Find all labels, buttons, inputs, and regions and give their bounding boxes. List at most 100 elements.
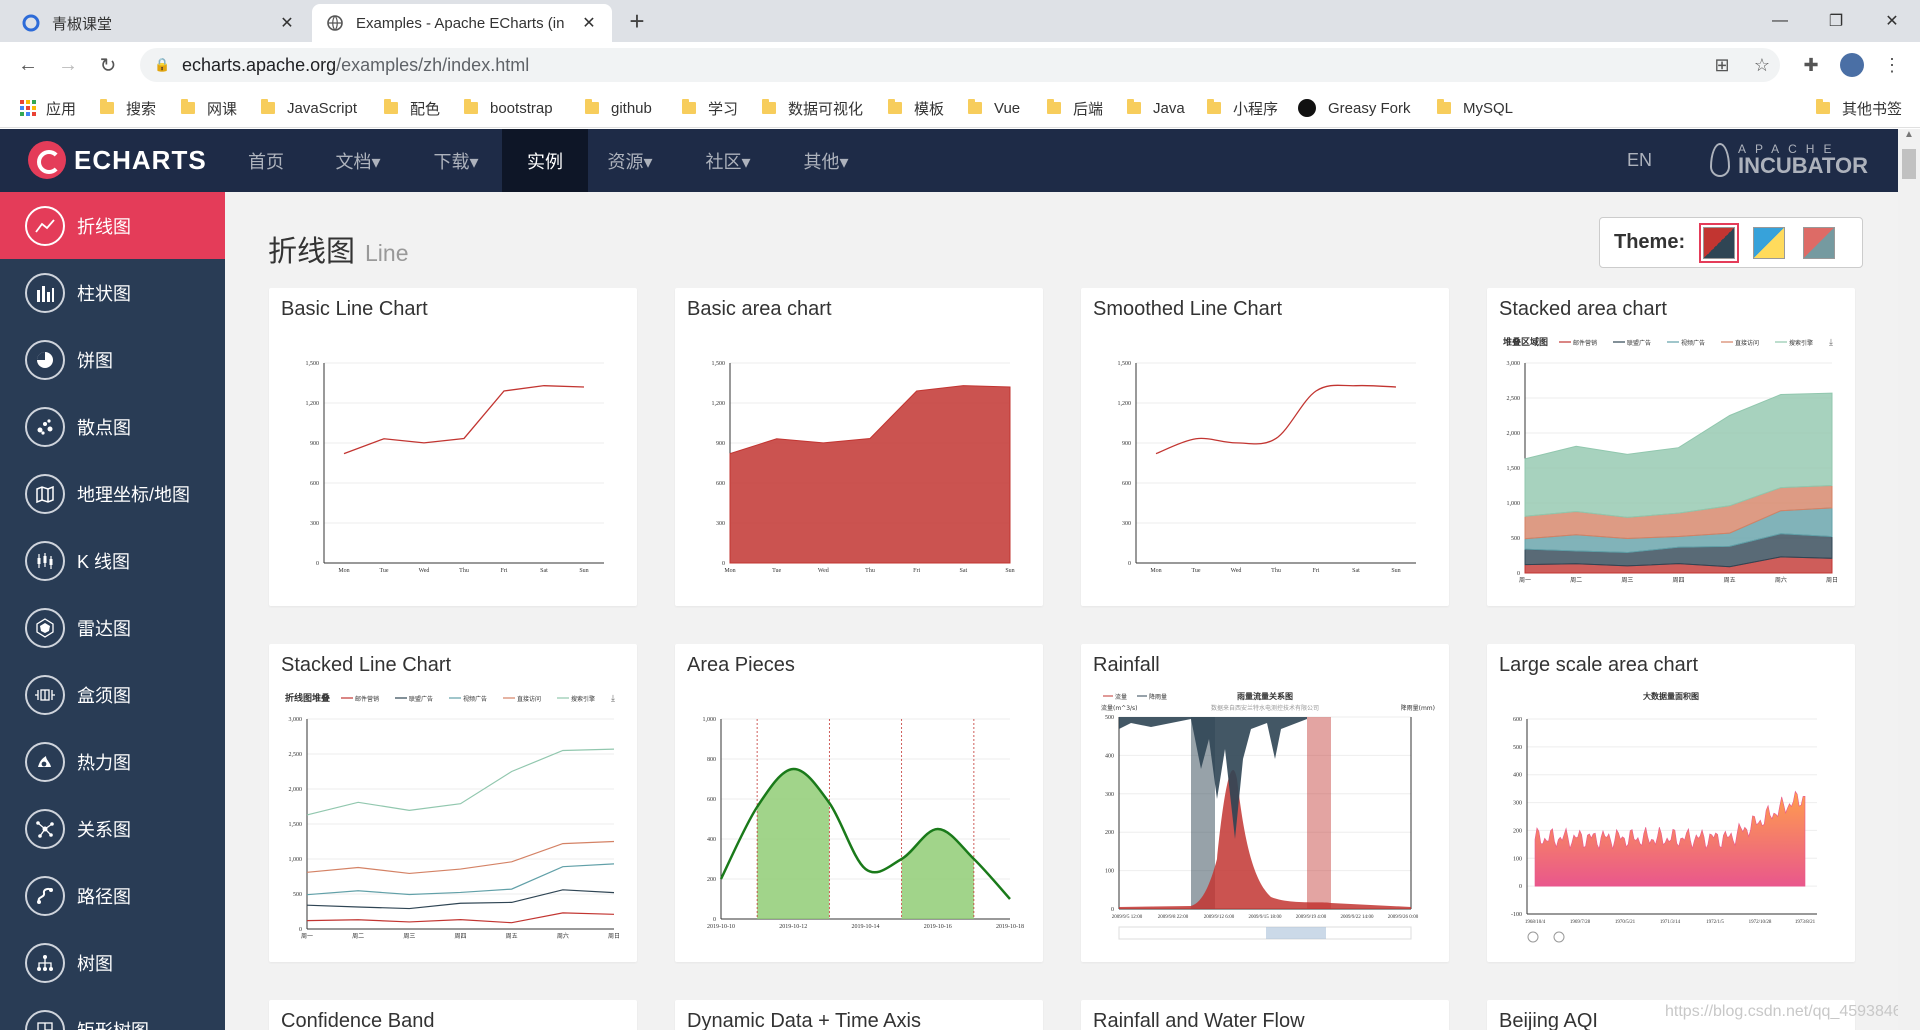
scrollbar-thumb[interactable]	[1902, 149, 1916, 179]
sidebar-item-boxplot[interactable]: 盒须图	[0, 661, 225, 728]
url-input[interactable]: 🔒 echarts.apache.org/examples/zh/index.h…	[140, 48, 1780, 82]
example-card[interactable]: Rainfall 雨量流量关系图 数据来自西安兰特水电测控技术有限公司 流量 降雨量流…	[1081, 644, 1449, 962]
close-window-icon[interactable]: ✕	[1864, 0, 1920, 42]
nav-community[interactable]: 社区▾	[692, 129, 764, 192]
nav-resources[interactable]: 资源▾	[594, 129, 666, 192]
nav-more[interactable]: 其他▾	[790, 129, 862, 192]
scroll-up-icon[interactable]: ▲	[1898, 129, 1920, 147]
sidebar-item-tree[interactable]: 树图	[0, 929, 225, 996]
bookmark-label: 应用	[46, 100, 77, 118]
bookmark-folder[interactable]: 搜索	[100, 97, 156, 119]
example-card[interactable]: Stacked area chart 堆叠区域图 邮件营销 联盟广告 视频广告 直接访问…	[1487, 288, 1855, 606]
example-card[interactable]: Stacked Line Chart 折线图堆叠 邮件营销 联盟广告 视频广告 直接访问…	[269, 644, 637, 962]
browser-tab-title: 青椒课堂	[52, 15, 113, 33]
extensions-icon[interactable]: ✚	[1797, 48, 1825, 82]
example-card[interactable]: Large scale area chart 大数据量面积图 -100 0 100 20…	[1487, 644, 1855, 962]
sidebar-item-scatter[interactable]: 散点图	[0, 393, 225, 460]
chart-background	[279, 333, 627, 595]
bookmark-folder[interactable]: 小程序	[1207, 97, 1278, 119]
y-tick-label: 2,500	[289, 752, 303, 758]
bookmark-other[interactable]: 其他书签	[1816, 97, 1902, 119]
globe-icon	[327, 15, 343, 31]
x-tick-label: Wed	[1231, 568, 1242, 574]
example-card[interactable]: Area Pieces 0 200 400 600 800 1,000 2019-10-10…	[675, 644, 1043, 962]
sidebar-item-bar[interactable]: 柱状图	[0, 259, 225, 326]
card-title: Dynamic Data + Time Axis	[687, 1010, 921, 1030]
bookmark-folder[interactable]: 模板	[888, 97, 944, 119]
profile-avatar[interactable]	[1838, 48, 1866, 82]
theme-dark-swatch[interactable]	[1799, 223, 1839, 263]
nav-download[interactable]: 下载▾	[420, 129, 492, 192]
nav-docs[interactable]: 文档▾	[322, 129, 394, 192]
rainfall-chart: 雨量流量关系图数据来自西安兰特水电测控技术有限公司 流量 降雨量流量(m^3/s) 降…	[1091, 689, 1439, 951]
bookmark-folder[interactable]: MySQL	[1437, 97, 1513, 119]
bookmark-folder[interactable]: 配色	[384, 97, 440, 119]
sidebar-item-graph[interactable]: 关系图	[0, 795, 225, 862]
area-pieces-chart: 0 200 400 600 800 1,000 2019-10-10 2019-10-12 20…	[685, 689, 1033, 951]
card-title: Stacked area chart	[1499, 298, 1667, 320]
bookmark-folder[interactable]: Java	[1127, 97, 1185, 119]
y-axis-label-right: 降雨量(mm)	[1401, 704, 1435, 712]
y-tick-label: 200	[1105, 830, 1114, 836]
bookmark-folder[interactable]: JavaScript	[261, 97, 357, 119]
bookmark-folder[interactable]: 后端	[1047, 97, 1103, 119]
browser-tab-2[interactable]: Examples - Apache ECharts (in ✕	[312, 4, 612, 42]
language-switch[interactable]: EN	[1627, 129, 1652, 192]
bookmark-folder[interactable]: 网课	[181, 97, 237, 119]
bookmark-star-icon[interactable]: ☆	[1748, 48, 1776, 82]
browser-menu-icon[interactable]: ⋮	[1878, 48, 1906, 82]
example-card[interactable]: Basic Line Chart 0 300 600 900 1,200 1,500 Mon…	[269, 288, 637, 606]
sidebar-item-treemap[interactable]: 矩形树图	[0, 996, 225, 1030]
nav-examples[interactable]: 实例	[502, 129, 588, 192]
maximize-icon[interactable]: ❐	[1808, 0, 1864, 42]
x-tick-label: 1972/10/28	[1749, 920, 1772, 925]
x-tick-label: Tue	[772, 568, 781, 574]
page-scrollbar[interactable]: ▲	[1898, 129, 1920, 1030]
bookmark-folder[interactable]: 数据可视化	[762, 97, 863, 119]
bookmark-folder[interactable]: 学习	[682, 97, 738, 119]
new-tab-icon[interactable]: +	[622, 6, 652, 37]
card-title: Basic Line Chart	[281, 298, 428, 320]
bookmark-label: Java	[1153, 99, 1185, 117]
minimize-icon[interactable]: —	[1752, 0, 1808, 42]
translate-icon[interactable]: ⊞	[1708, 48, 1736, 82]
example-card[interactable]: Basic area chart 0 300 600 900 1,200 1,500 Mon…	[675, 288, 1043, 606]
example-card[interactable]: Rainfall and Water Flow	[1081, 1000, 1449, 1030]
bookmark-folder[interactable]: bootstrap	[464, 97, 553, 119]
sidebar-item-line[interactable]: 折线图	[0, 192, 225, 259]
bookmark-greasyfork[interactable]: Greasy Fork	[1298, 97, 1411, 119]
close-tab-icon[interactable]: ✕	[278, 13, 296, 33]
y-tick-label: 0	[713, 917, 716, 923]
x-tick-label: 2019-10-16	[924, 924, 952, 930]
card-title: Beijing AQI	[1499, 1010, 1598, 1030]
example-card[interactable]: Confidence Band	[269, 1000, 637, 1030]
example-card[interactable]: Smoothed Line Chart 0 300 600 900 1,200 1,500…	[1081, 288, 1449, 606]
back-icon[interactable]: ←	[14, 51, 42, 79]
echarts-logo[interactable]: ECHARTS	[28, 141, 207, 179]
apache-incubator-logo[interactable]: APACHE INCUBATOR	[1710, 143, 1868, 177]
reload-icon[interactable]: ↻	[94, 51, 122, 79]
y-tick-label: 0	[316, 561, 319, 567]
theme-light-swatch[interactable]	[1749, 223, 1789, 263]
sidebar-item-lines[interactable]: 路径图	[0, 862, 225, 929]
sidebar-item-heatmap[interactable]: 热力图	[0, 728, 225, 795]
y-tick-label: 500	[1511, 536, 1520, 542]
nav-home[interactable]: 首页	[230, 129, 302, 192]
theme-default-swatch[interactable]	[1699, 222, 1740, 263]
sidebar-item-map[interactable]: 地理坐标/地图	[0, 460, 225, 527]
bookmark-apps[interactable]: 应用	[20, 97, 76, 119]
y-tick-label: 3,000	[289, 717, 303, 723]
y-tick-label: 1,200	[306, 401, 320, 407]
close-tab-icon[interactable]: ✕	[580, 13, 598, 33]
forward-icon[interactable]: →	[54, 51, 82, 79]
sidebar-item-candlestick[interactable]: K 线图	[0, 527, 225, 594]
example-card[interactable]: Dynamic Data + Time Axis	[675, 1000, 1043, 1030]
sidebar-item-pie[interactable]: 饼图	[0, 326, 225, 393]
folder-icon	[181, 99, 195, 114]
sidebar-item-radar[interactable]: 雷达图	[0, 594, 225, 661]
bookmark-label: 小程序	[1233, 100, 1279, 118]
bookmark-folder[interactable]: Vue	[968, 97, 1020, 119]
y-tick-label: 500	[1513, 745, 1522, 751]
bookmark-folder[interactable]: github	[585, 97, 652, 119]
browser-tab-1[interactable]: 青椒课堂 ✕	[8, 4, 310, 42]
